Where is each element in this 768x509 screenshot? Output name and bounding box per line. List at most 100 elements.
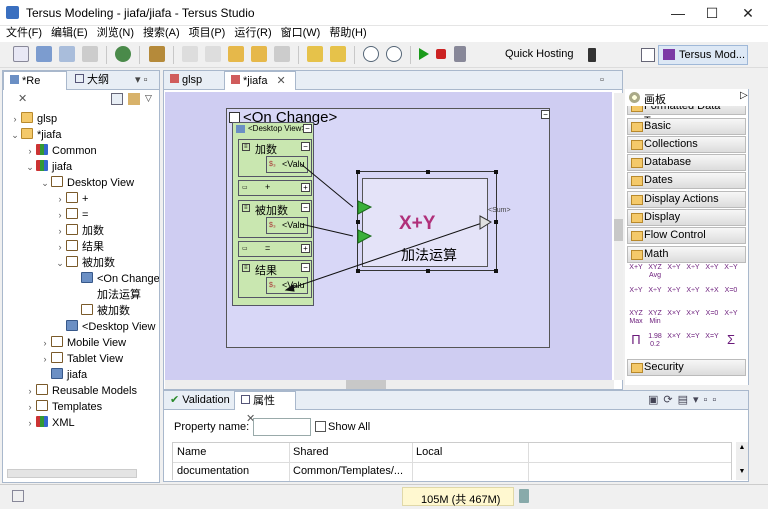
- tab-outline[interactable]: 大纲: [69, 71, 115, 90]
- palette-category-dates[interactable]: Dates: [627, 172, 746, 189]
- tree-item[interactable]: › 加数: [54, 223, 104, 239]
- tree-item[interactable]: <On Change: [69, 271, 159, 287]
- chevron-icon[interactable]: ›: [54, 191, 66, 207]
- tree-item[interactable]: › Mobile View: [39, 335, 126, 351]
- back-icon[interactable]: [227, 46, 244, 62]
- chevron-icon[interactable]: ›: [54, 239, 66, 255]
- palette-category-database[interactable]: Database: [627, 154, 746, 171]
- math-component-icon[interactable]: X=Y: [684, 333, 702, 341]
- menu-edit[interactable]: 编辑(E): [45, 26, 91, 41]
- maximize-button[interactable]: ☐: [694, 0, 730, 26]
- math-component-icon[interactable]: X÷Y: [684, 264, 702, 272]
- math-component-icon[interactable]: X÷Y: [646, 287, 664, 295]
- chevron-icon[interactable]: ⌄: [9, 127, 21, 143]
- math-component-icon[interactable]: X=Y: [703, 333, 721, 341]
- chevron-down-icon[interactable]: ▽: [145, 93, 152, 104]
- close-button[interactable]: ✕: [730, 0, 766, 26]
- chevron-icon[interactable]: ›: [54, 207, 66, 223]
- chevron-icon[interactable]: ›: [54, 223, 66, 239]
- chevron-icon[interactable]: ⌄: [39, 175, 51, 191]
- vertical-scrollbar[interactable]: ▲ ▼: [736, 442, 748, 480]
- tree-item[interactable]: › XML: [24, 415, 75, 431]
- tree-item[interactable]: ⌄ 被加数: [54, 255, 115, 271]
- tree-item[interactable]: ⌄ *jiafa: [9, 127, 61, 143]
- math-component-icon[interactable]: 1.98 0.2: [646, 333, 664, 349]
- tree-item[interactable]: 被加数: [69, 303, 130, 319]
- new-icon[interactable]: [13, 46, 30, 62]
- chevron-icon[interactable]: ⌄: [54, 255, 66, 271]
- print-icon[interactable]: [82, 46, 99, 62]
- forward-arrow-icon[interactable]: [273, 46, 290, 62]
- server-icon[interactable]: [453, 46, 466, 62]
- math-component-icon[interactable]: XYZ Avg: [646, 264, 664, 280]
- math-component-icon[interactable]: X×Y: [665, 333, 683, 341]
- menu-window[interactable]: 窗口(W): [275, 26, 324, 41]
- palette-category-display[interactable]: Display: [627, 209, 746, 226]
- chevron-icon[interactable]: ›: [24, 143, 36, 159]
- menu-help[interactable]: 帮助(H): [323, 26, 369, 41]
- tab-jiafa[interactable]: *jiafa ✕: [224, 71, 296, 90]
- chevron-icon[interactable]: ⌄: [24, 159, 36, 175]
- close-icon[interactable]: ✕: [277, 75, 286, 87]
- math-component-icon[interactable]: X=0: [722, 287, 740, 295]
- debug-icon[interactable]: [115, 46, 132, 62]
- open-perspective-icon[interactable]: [641, 48, 655, 62]
- chevron-icon[interactable]: ›: [39, 335, 51, 351]
- tree-item[interactable]: › Templates: [24, 399, 102, 415]
- heap-status[interactable]: 105M (共 467M): [402, 487, 514, 506]
- link-editor-icon[interactable]: [128, 93, 140, 105]
- math-component-icon[interactable]: X÷Y: [684, 287, 702, 295]
- math-component-icon[interactable]: X−Y: [722, 264, 740, 272]
- tree-item[interactable]: › Reusable Models: [24, 383, 137, 399]
- tab-validation[interactable]: ✔ Validation: [164, 391, 236, 410]
- tree-item[interactable]: 加法运算: [69, 287, 141, 303]
- palette-category-collections[interactable]: Collections: [627, 136, 746, 153]
- math-component-icon[interactable]: X÷Y: [627, 287, 645, 295]
- menu-navigate[interactable]: 浏览(N): [91, 26, 137, 41]
- property-name-documentation[interactable]: documentation: [177, 465, 249, 477]
- unlink-icon[interactable]: [330, 46, 347, 62]
- column-header-local[interactable]: Local: [416, 446, 442, 458]
- math-component-icon[interactable]: X÷Y: [665, 287, 683, 295]
- horizontal-scrollbar[interactable]: [7, 469, 137, 478]
- tree-item[interactable]: › glsp: [9, 111, 57, 127]
- chevron-icon[interactable]: ›: [24, 383, 36, 399]
- math-component-icon[interactable]: Π: [627, 333, 645, 347]
- view-menu-icon[interactable]: ▾ ▫: [129, 71, 153, 90]
- math-component-icon[interactable]: X+Y: [627, 264, 645, 272]
- math-component-icon[interactable]: X÷Y: [703, 264, 721, 272]
- close-icon[interactable]: ✕: [18, 93, 27, 105]
- save-icon[interactable]: [36, 46, 53, 62]
- show-all-checkbox[interactable]: [315, 421, 326, 432]
- palette-category-formatted-data-types[interactable]: Formatted Data Types: [627, 106, 746, 127]
- tree-item[interactable]: jiafa: [39, 367, 87, 383]
- tree-item[interactable]: ⌄ jiafa: [24, 159, 72, 175]
- chevron-icon[interactable]: ›: [9, 111, 21, 127]
- stop-icon[interactable]: [436, 49, 447, 59]
- tree-item[interactable]: › =: [54, 207, 88, 223]
- tree-item[interactable]: › +: [54, 191, 88, 207]
- run-icon[interactable]: [419, 48, 430, 60]
- math-component-icon[interactable]: Σ: [722, 333, 740, 347]
- tools-icon[interactable]: [148, 46, 165, 62]
- back-arrow-icon[interactable]: [250, 46, 267, 62]
- maximize-view-icon[interactable]: ▫: [594, 71, 610, 90]
- nav2-icon[interactable]: [204, 46, 221, 62]
- chevron-icon[interactable]: ›: [39, 351, 51, 367]
- palette-category-math[interactable]: Math: [627, 246, 746, 263]
- menu-run[interactable]: 运行(R): [228, 26, 274, 41]
- math-component-icon[interactable]: X=0: [703, 310, 721, 318]
- fast-view-icon[interactable]: [12, 490, 24, 502]
- tree-item[interactable]: ⌄ Desktop View: [39, 175, 134, 191]
- zoom-out-icon[interactable]: [386, 46, 403, 62]
- chevron-icon[interactable]: ›: [24, 399, 36, 415]
- properties-view-actions[interactable]: ▣⟳▤▾▫▫: [642, 391, 727, 410]
- palette-collapse-icon[interactable]: ▷: [740, 90, 748, 101]
- tab-properties[interactable]: 属性 ✕: [234, 391, 296, 425]
- palette-category-display-actions[interactable]: Display Actions: [627, 191, 746, 208]
- collapse-all-icon[interactable]: [111, 93, 123, 105]
- tree-item[interactable]: › Common: [24, 143, 97, 159]
- math-component-icon[interactable]: X×Y: [684, 310, 702, 318]
- tab-repository[interactable]: *Re ✕: [3, 71, 67, 105]
- tab-glsp[interactable]: glsp: [164, 71, 222, 90]
